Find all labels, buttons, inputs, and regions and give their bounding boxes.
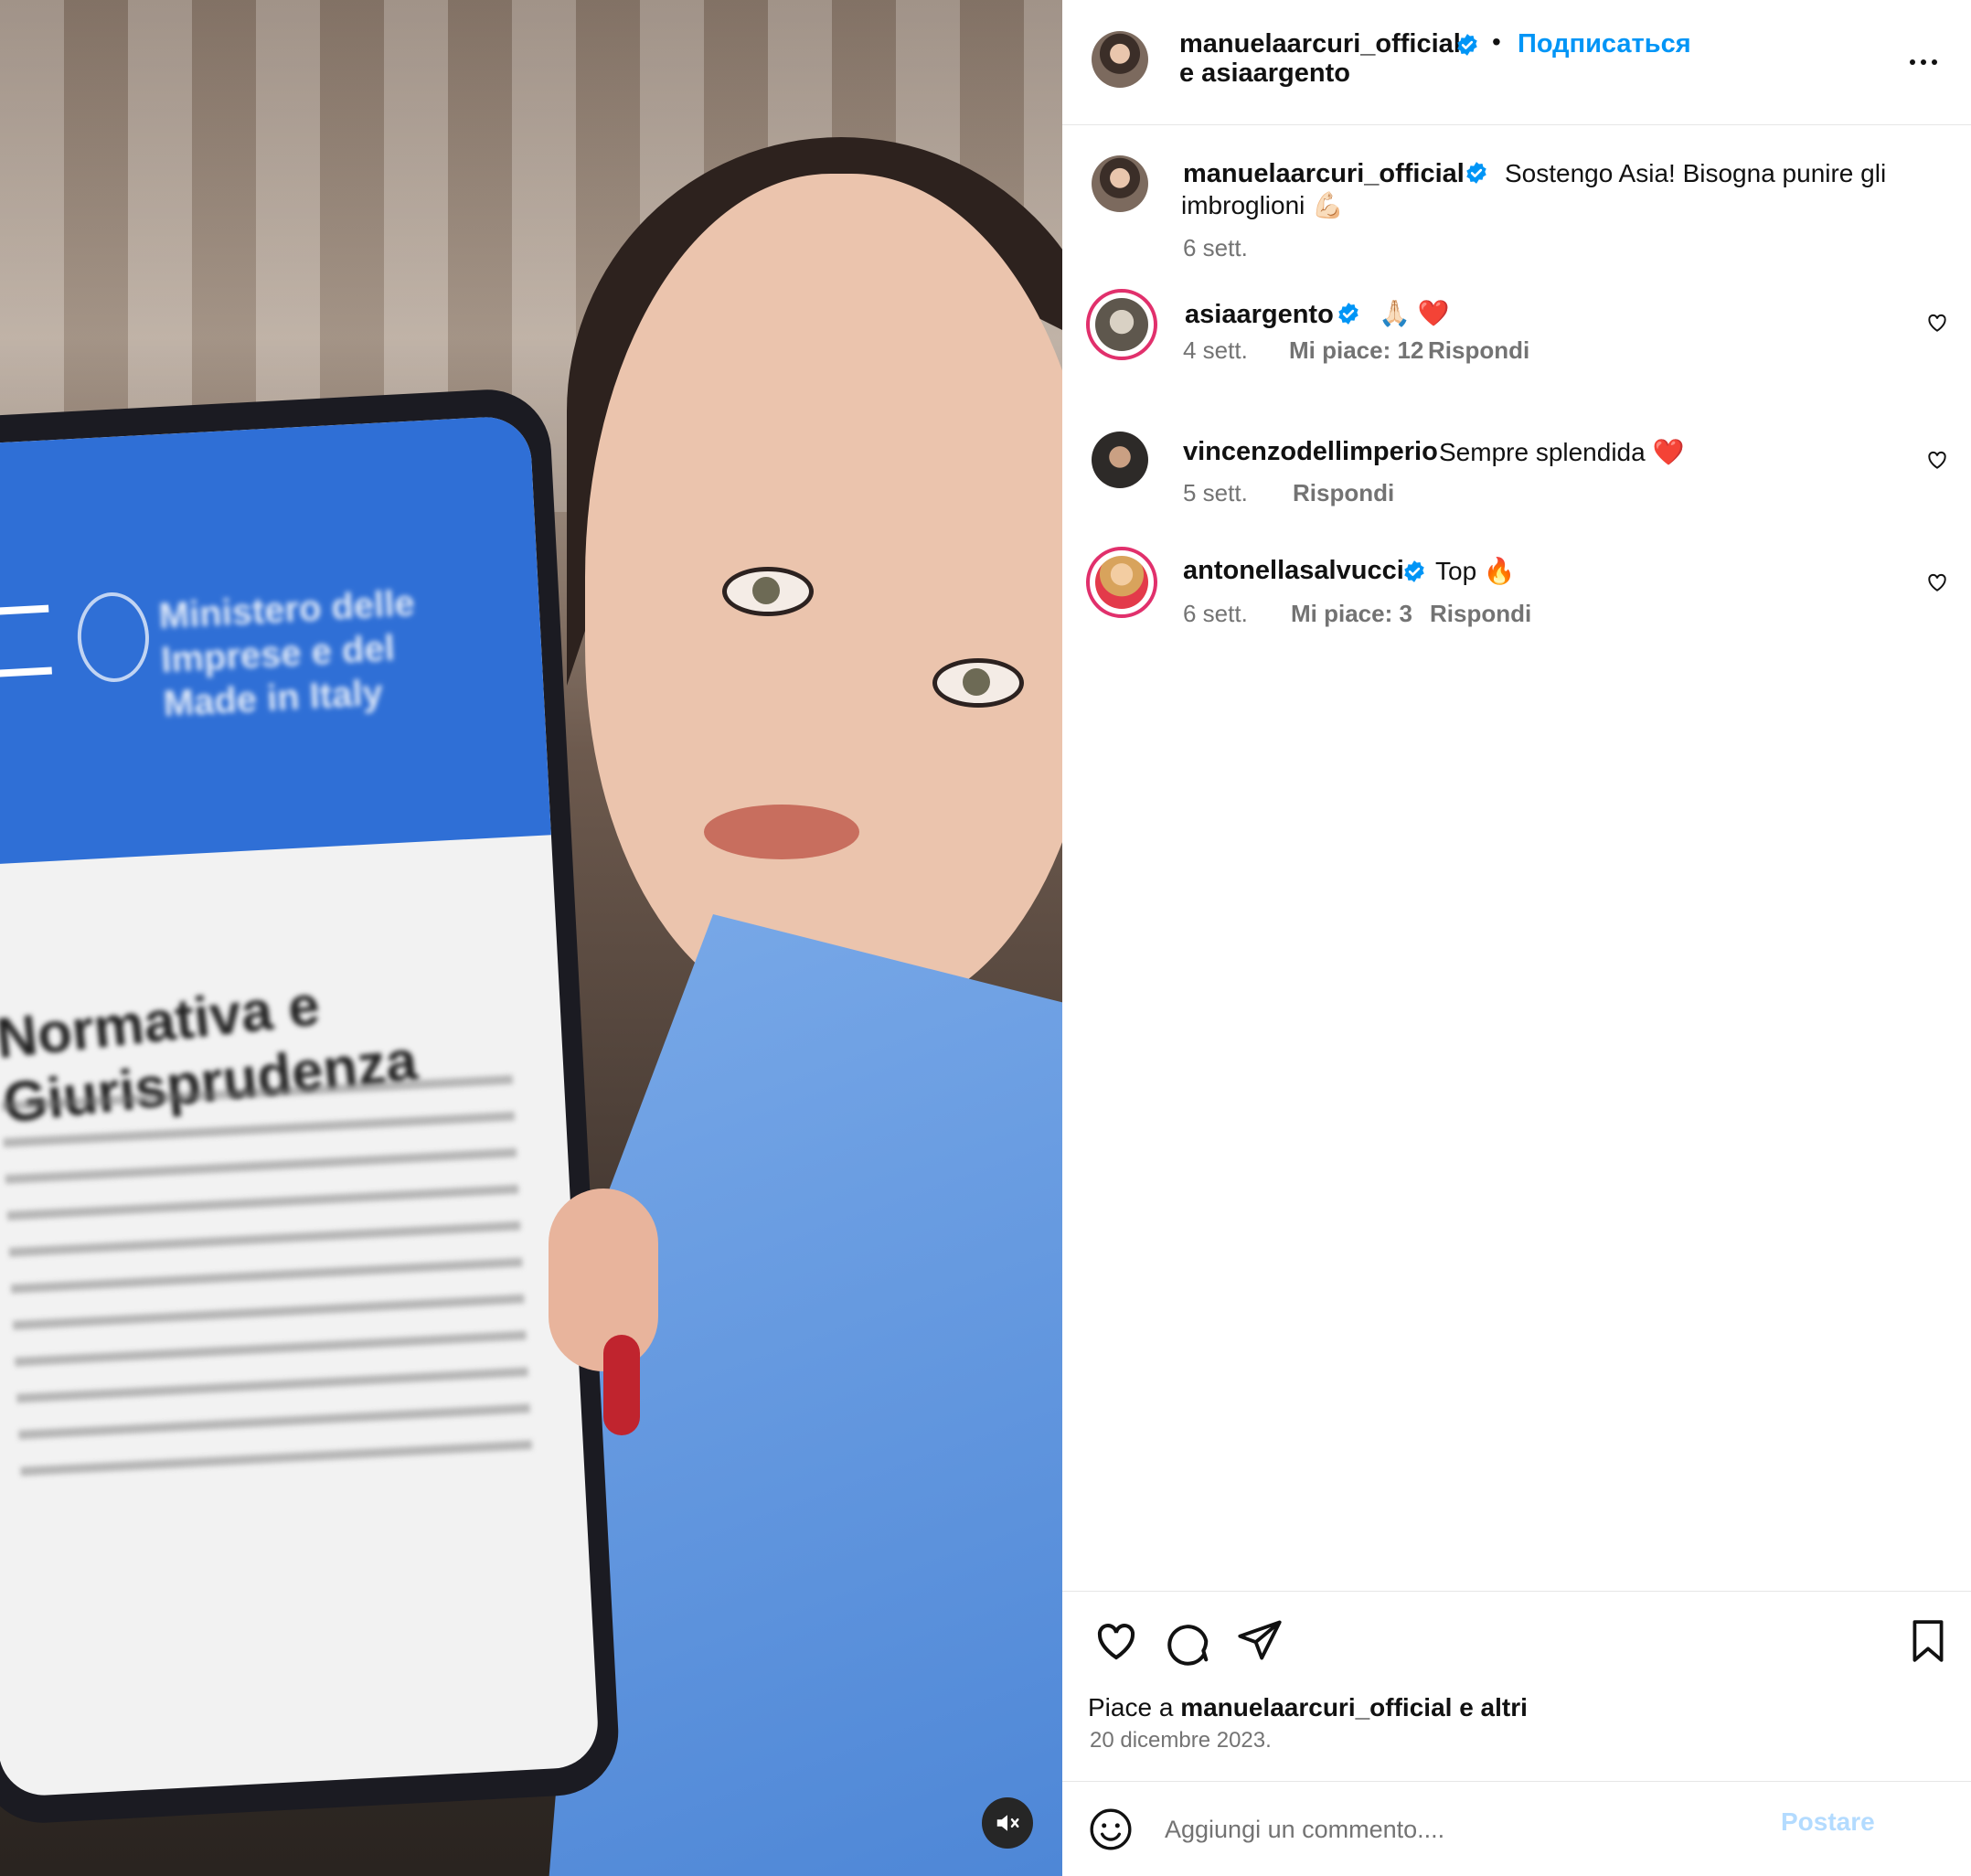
likes-prefix: Piace a [1088,1693,1174,1721]
person-eye-left [722,567,814,616]
collab-line[interactable]: e asiaargento [1179,59,1350,89]
person-fingernail [603,1335,640,1435]
emblem-icon [75,591,152,684]
likes-summary: Piace a manuelaarcuri_official e altri [1088,1693,1528,1722]
comment-like-button[interactable] [1925,311,1949,337]
verified-badge-icon [1338,303,1358,325]
share-button[interactable] [1236,1616,1284,1667]
emoji-button[interactable] [1088,1807,1134,1855]
comment-text: Sempre splendida ❤️ [1439,438,1685,466]
verified-badge-icon [1404,560,1424,582]
comment-like-button[interactable] [1925,448,1949,474]
verified-badge-icon [1457,34,1477,56]
reply-button[interactable]: Rispondi [1428,336,1529,365]
comment-time[interactable]: 6 sett. [1183,600,1248,628]
header-separator: • [1492,27,1501,56]
post-comment-button[interactable]: Postare [1775,1807,1880,1838]
actions-divider [1062,1591,1971,1592]
caption-username[interactable]: manuelaarcuri_official [1183,159,1465,189]
send-paper-plane-icon [1238,1620,1282,1660]
menu-icon [0,604,52,677]
caption-text-line2: imbroglioni 💪🏻 [1181,191,1345,219]
caption-avatar[interactable] [1092,155,1148,212]
comment-input[interactable] [1163,1803,1715,1856]
comment-button[interactable] [1163,1616,1212,1668]
save-button[interactable] [1905,1616,1951,1668]
post-header: manuelaarcuri_official • Подписаться e a… [1062,0,1971,125]
follow-button[interactable]: Подписаться [1518,29,1691,59]
comment-time[interactable]: 4 sett. [1183,336,1248,365]
comment-bubble-icon [1167,1625,1209,1666]
reply-button[interactable]: Rispondi [1430,600,1531,628]
likes-user[interactable]: manuelaarcuri_official [1180,1693,1452,1721]
phone-screen-header: Ministero delle Imprese e del Made in It… [0,414,551,867]
comment-like-button[interactable] [1925,570,1949,597]
comment-text: Top 🔥 [1435,557,1516,585]
comment-likes[interactable]: Mi piace: 3 [1291,600,1412,628]
reply-button[interactable]: Rispondi [1293,479,1394,507]
comment-username[interactable]: vincenzodellimperio [1183,437,1438,467]
comment-username[interactable]: antonellasalvucci [1183,556,1404,586]
phone-screen: Ministero delle Imprese e del Made in It… [0,414,601,1798]
post-date[interactable]: 20 dicembre 2023. [1090,1728,1272,1753]
heart-outline-icon [1928,573,1946,592]
caption-text: Sostengo Asia! Bisogna punire gli [1505,159,1887,187]
heart-outline-icon [1097,1624,1135,1660]
verified-badge-icon [1466,162,1486,184]
heart-outline-icon [1928,314,1946,332]
person-face [585,174,1062,1015]
author-avatar[interactable] [1092,31,1148,88]
comment-bar-divider [1062,1781,1971,1782]
caption-time[interactable]: 6 sett. [1183,234,1248,262]
author-username[interactable]: manuelaarcuri_official [1179,29,1461,59]
more-horizontal-icon [1910,59,1937,65]
bookmark-icon [1912,1620,1944,1662]
comment-text: 🙏🏻 ❤️ [1379,299,1450,327]
person-eye-right [932,658,1024,708]
commenter-avatar[interactable] [1086,547,1157,618]
phone-screen-site-name: Ministero delle Imprese e del Made in It… [157,582,416,725]
likes-others[interactable]: e altri [1459,1693,1528,1721]
post-side-panel: manuelaarcuri_official • Подписаться e a… [1062,0,1971,1876]
held-phone: Ministero delle Imprese e del Made in It… [0,386,622,1827]
comment-likes[interactable]: Mi piace: 12 [1289,336,1423,365]
commenter-avatar[interactable] [1086,289,1157,360]
phone-screen-text-lines [1,1074,533,1486]
more-options-button[interactable] [1907,46,1940,81]
mute-button[interactable] [982,1797,1033,1849]
emoji-smiley-icon [1090,1808,1132,1850]
post-video[interactable]: Ministero delle Imprese e del Made in It… [0,0,1062,1876]
person-lips [704,805,859,859]
commenter-avatar[interactable] [1092,432,1148,488]
comment-time[interactable]: 5 sett. [1183,479,1248,507]
heart-outline-icon [1928,451,1946,469]
like-button[interactable] [1092,1616,1141,1668]
comment-username[interactable]: asiaargento [1185,300,1334,330]
speaker-muted-icon [996,1815,1019,1831]
person-finger [549,1188,658,1371]
